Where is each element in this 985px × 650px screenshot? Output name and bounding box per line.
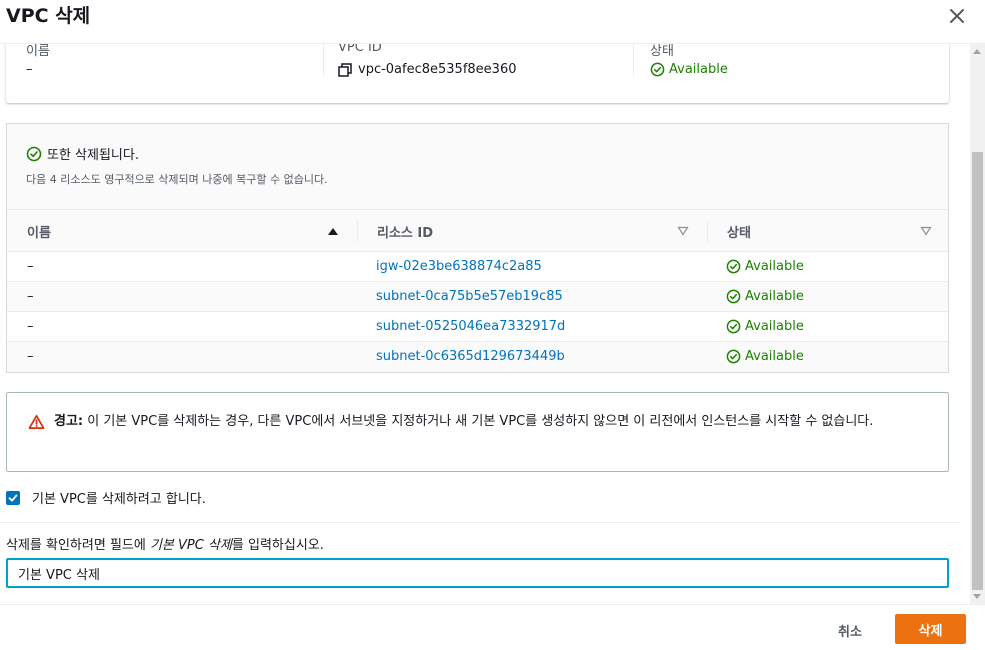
modal-footer: 취소 삭제 [0, 604, 985, 650]
confirm-label-prefix: 삭제를 확인하려면 필드에 [6, 538, 150, 553]
dependent-resources-panel: 또한 삭제됩니다. 다음 4 리소스도 영구적으로 삭제되며 나중에 복구할 수… [6, 123, 949, 373]
summary-vpc-id-row: vpc-0afec8e535f8ee360 [338, 62, 516, 77]
table-row: – subnet-0525046ea7332917d Available [7, 312, 948, 342]
scrollbar[interactable] [970, 44, 985, 604]
row-status: Available [726, 259, 804, 274]
sort-icon[interactable] [920, 225, 932, 237]
table-header: 이름 리소스 ID 상태 [7, 209, 948, 252]
delete-button[interactable]: 삭제 [895, 614, 966, 644]
summary-status-label: 상태 [650, 44, 674, 59]
resources-description: 다음 4 리소스도 영구적으로 삭제되며 나중에 복구할 수 없습니다. [26, 173, 328, 186]
check-circle-icon [726, 349, 741, 364]
confirm-label-suffix: 를 입력하십시오. [231, 538, 324, 553]
column-separator [707, 220, 708, 242]
row-status: Available [726, 289, 804, 304]
row-status: Available [726, 319, 804, 334]
row-resource-id-link[interactable]: subnet-0ca75b5e57eb19c85 [376, 289, 563, 304]
row-name: – [27, 259, 34, 274]
row-name: – [27, 349, 34, 364]
row-status-text: Available [745, 319, 804, 334]
column-header-status[interactable]: 상태 [727, 222, 751, 241]
checkmark-icon [8, 494, 18, 501]
copy-icon [338, 62, 352, 77]
acknowledge-label: 기본 VPC를 삭제하려고 합니다. [32, 492, 206, 507]
scroll-down-arrow-icon[interactable] [973, 594, 981, 599]
resources-heading-text: 또한 삭제됩니다. [47, 148, 139, 163]
scrollbar-thumb[interactable] [972, 152, 983, 590]
summary-vpc-id-value: vpc-0afec8e535f8ee360 [358, 62, 517, 77]
confirm-delete-input[interactable] [6, 558, 949, 588]
resources-heading: 또한 삭제됩니다. [26, 144, 139, 163]
row-name: – [27, 289, 34, 304]
table-row: – subnet-0c6365d129673449b Available [7, 342, 948, 372]
summary-status-text: Available [669, 62, 728, 77]
row-resource-id-link[interactable]: subnet-0525046ea7332917d [376, 319, 565, 334]
warning-icon [28, 415, 45, 429]
summary-divider [633, 44, 634, 76]
row-status: Available [726, 349, 804, 364]
modal-header: VPC 삭제 [0, 0, 985, 44]
row-resource-id-link[interactable]: subnet-0c6365d129673449b [376, 349, 565, 364]
table-row: – subnet-0ca75b5e57eb19c85 Available [7, 282, 948, 312]
warning-text: 경고: 이 기본 VPC를 삭제하는 경우, 다른 VPC에서 서브넷을 지정하… [54, 411, 930, 432]
warning-alert: 경고: 이 기본 VPC를 삭제하는 경우, 다른 VPC에서 서브넷을 지정하… [6, 392, 949, 472]
check-circle-icon [650, 62, 665, 77]
summary-vpc-id-label: VPC ID [338, 44, 382, 55]
column-header-name[interactable]: 이름 [27, 222, 51, 241]
resources-table: 이름 리소스 ID 상태 – igw-02e3be638874c2a85 Ava… [7, 209, 948, 372]
column-header-resource-id[interactable]: 리소스 ID [377, 222, 433, 241]
modal-content: 이름 – VPC ID vpc-0afec8e535f8ee360 상태 Ava… [0, 44, 968, 604]
summary-name-label: 이름 [26, 44, 50, 59]
close-button[interactable] [945, 4, 969, 28]
scroll-up-arrow-icon[interactable] [973, 49, 981, 54]
row-status-text: Available [745, 289, 804, 304]
table-row: – igw-02e3be638874c2a85 Available [7, 252, 948, 282]
column-separator [357, 220, 358, 242]
acknowledge-checkbox[interactable] [6, 490, 20, 505]
copy-button[interactable] [338, 62, 352, 77]
summary-status-value: Available [650, 62, 728, 77]
divider [0, 522, 960, 523]
sort-icon[interactable] [677, 225, 689, 237]
cancel-button[interactable]: 취소 [822, 615, 878, 645]
check-circle-icon [26, 146, 42, 161]
check-circle-icon [726, 319, 741, 334]
confirm-label: 삭제를 확인하려면 필드에 기본 VPC 삭제를 입력하십시오. [6, 534, 324, 553]
acknowledge-row: 기본 VPC를 삭제하려고 합니다. [6, 488, 206, 507]
vpc-summary-panel: 이름 – VPC ID vpc-0afec8e535f8ee360 상태 Ava… [6, 44, 949, 103]
check-circle-icon [726, 259, 741, 274]
check-circle-icon [726, 289, 741, 304]
confirm-label-phrase: 기본 VPC 삭제 [149, 538, 232, 553]
row-status-text: Available [745, 259, 804, 274]
row-resource-id-link[interactable]: igw-02e3be638874c2a85 [376, 259, 542, 274]
sort-ascending-icon[interactable] [327, 225, 339, 237]
row-name: – [27, 319, 34, 334]
modal-title: VPC 삭제 [6, 5, 91, 27]
summary-name-value: – [26, 62, 33, 77]
warning-label: 경고: [54, 414, 84, 429]
close-icon [950, 9, 964, 23]
row-status-text: Available [745, 349, 804, 364]
summary-divider [323, 44, 324, 76]
warning-message: 이 기본 VPC를 삭제하는 경우, 다른 VPC에서 서브넷을 지정하거나 새… [83, 414, 874, 429]
